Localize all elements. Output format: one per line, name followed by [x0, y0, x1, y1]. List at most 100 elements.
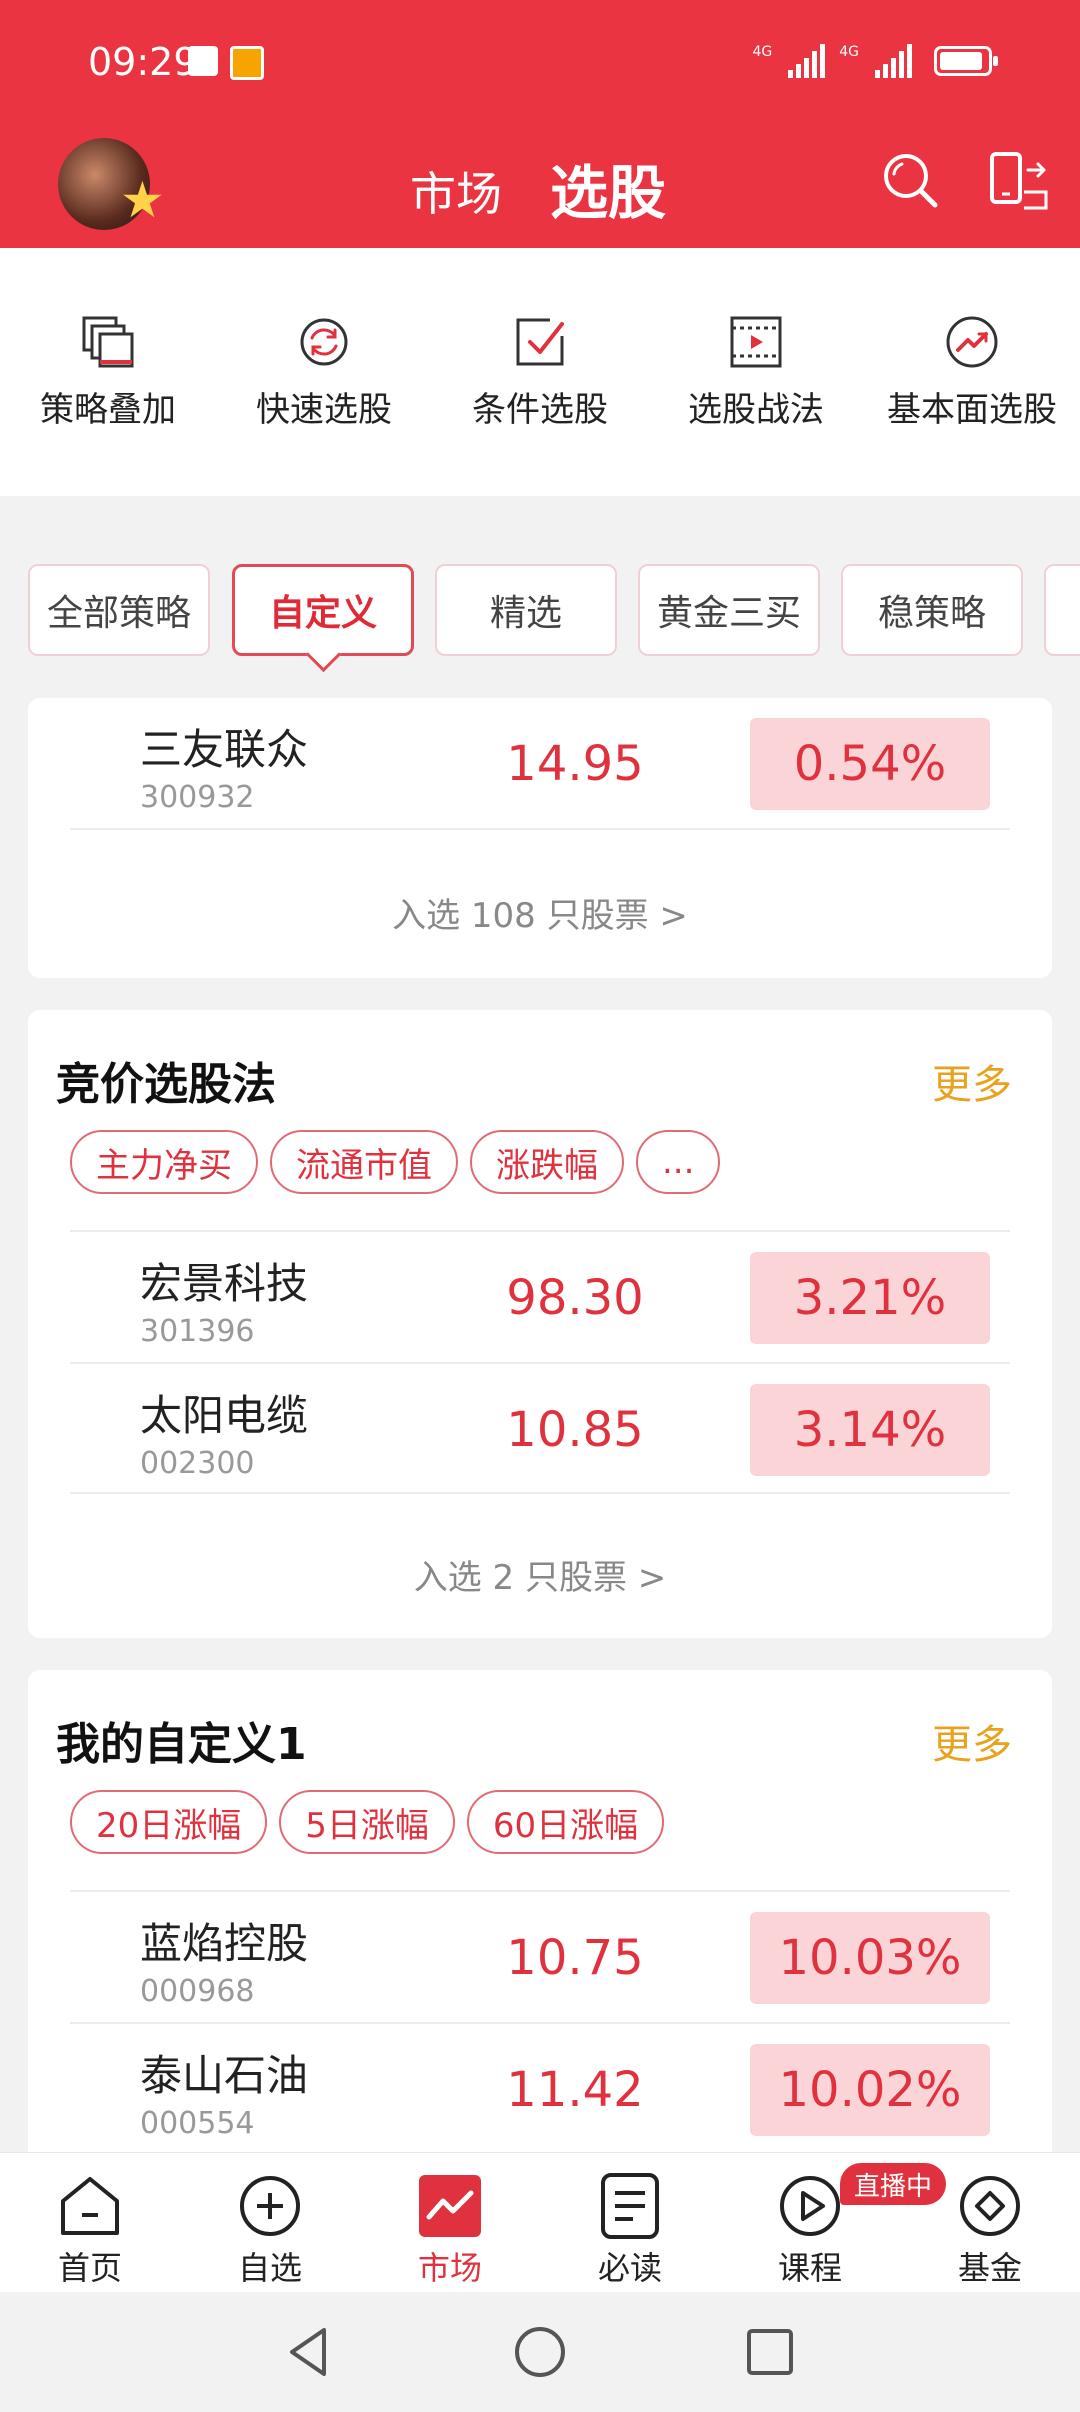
nav-label: 首页: [57, 2249, 122, 2287]
nav-watchlist[interactable]: 自选: [200, 2171, 340, 2289]
tab-stock-picking[interactable]: 选股: [550, 146, 666, 230]
video-icon: [730, 316, 782, 368]
nav-label: 基金: [957, 2249, 1022, 2287]
strategy-card-auction: 竞价选股法 更多 主力净买 流通市值 涨跌幅 ... 宏景科技 301396 9…: [28, 1010, 1052, 1638]
nav-label: 必读: [597, 2249, 662, 2287]
home-icon: [61, 2177, 119, 2235]
selected-count-link[interactable]: 入选 2 只股票 >: [28, 1550, 1052, 1599]
table-row[interactable]: 太阳电缆 002300 10.85 3.14%: [70, 1362, 1010, 1494]
stock-name: 太阳电缆: [140, 1391, 309, 1440]
recents-icon[interactable]: [740, 2322, 800, 2382]
network-type: 4G: [752, 44, 773, 60]
chip-60d-change[interactable]: 60日涨幅: [466, 1790, 665, 1854]
stock-name: 宏景科技: [140, 1259, 309, 1308]
stock-code: 000968: [140, 1974, 255, 2009]
nav-home[interactable]: 首页: [20, 2171, 160, 2289]
home-circle-icon[interactable]: [510, 2322, 570, 2382]
nav-market[interactable]: 市场: [380, 2171, 520, 2289]
tool-label: 基本面选股: [887, 390, 1057, 430]
tool-strategy-overlay[interactable]: 策略叠加: [0, 312, 216, 431]
check-box-icon: [516, 318, 564, 366]
tab-custom[interactable]: 自定义: [232, 564, 414, 656]
stock-price: 98.30: [506, 1270, 644, 1326]
tool-label: 选股战法: [688, 390, 824, 430]
refresh-icon: [300, 318, 348, 366]
layers-icon: [82, 316, 134, 368]
stock-price: 14.95: [506, 736, 644, 792]
tab-more-partial[interactable]: [1044, 564, 1080, 656]
card-title: 我的自定义1: [56, 1719, 307, 1770]
selected-count-link[interactable]: 入选 108 只股票 >: [28, 888, 1052, 937]
trend-circle-icon: [946, 316, 998, 368]
tool-condition-pick[interactable]: 条件选股: [432, 312, 648, 431]
stock-change: 10.03%: [750, 1912, 990, 2004]
nav-label: 课程: [777, 2249, 842, 2287]
table-row[interactable]: 三友联众 300932 14.95 0.54%: [70, 698, 1010, 830]
bottom-nav: 首页 自选 市场 必读 课程 基金 直播中: [0, 2152, 1080, 2292]
chip-main-net-buy[interactable]: 主力净买: [70, 1130, 258, 1194]
stock-code: 300932: [140, 780, 255, 815]
table-row[interactable]: 泰山石油 000554 11.42 10.02%: [70, 2022, 1010, 2154]
tab-golden-three-buy[interactable]: 黄金三买: [638, 564, 820, 656]
stock-price: 11.42: [506, 2062, 644, 2118]
tool-label: 快速选股: [256, 390, 392, 430]
app-notification-icon: [230, 46, 264, 80]
signal-icon-2: [875, 44, 912, 78]
tab-market[interactable]: 市场: [410, 158, 502, 224]
tool-label: 策略叠加: [40, 390, 176, 430]
status-indicators: 4G 4G: [752, 44, 998, 78]
tool-pick-tactics[interactable]: 选股战法: [648, 312, 864, 431]
tool-fundamental-pick[interactable]: 基本面选股: [864, 312, 1080, 431]
app-header: 09:29 4G 4G ★ 市场 选股: [0, 0, 1080, 248]
star-icon: ★: [120, 171, 165, 229]
indicator-chips: 主力净买 流通市值 涨跌幅 ...: [70, 1130, 721, 1194]
stock-change: 3.14%: [750, 1384, 990, 1476]
system-nav-bar: [0, 2292, 1080, 2412]
table-row[interactable]: 宏景科技 301396 98.30 3.21%: [70, 1230, 1010, 1362]
battery-icon: [934, 46, 998, 76]
network-type-2: 4G: [839, 44, 859, 60]
strategy-card-custom-1: 我的自定义1 更多 20日涨幅 5日涨幅 60日涨幅 蓝焰控股 000968 1…: [28, 1670, 1052, 2170]
chip-change[interactable]: 涨跌幅: [470, 1130, 624, 1194]
live-badge: 直播中: [840, 2163, 947, 2205]
stock-change: 3.21%: [750, 1252, 990, 1344]
play-circle-icon: [780, 2176, 840, 2236]
status-bar: 09:29 4G 4G: [0, 0, 1080, 120]
stock-code: 301396: [140, 1314, 255, 1349]
chip-5d-change[interactable]: 5日涨幅: [279, 1790, 455, 1854]
market-chart-icon: [419, 2175, 481, 2237]
card-title: 竞价选股法: [56, 1059, 276, 1110]
stock-change: 10.02%: [750, 2044, 990, 2136]
tool-quick-pick[interactable]: 快速选股: [216, 312, 432, 431]
tool-bar: 策略叠加 快速选股 条件选股 选股战法 基本面选股: [0, 248, 1080, 496]
back-icon[interactable]: [280, 2322, 340, 2382]
tab-featured[interactable]: 精选: [435, 564, 617, 656]
stock-name: 三友联众: [140, 725, 309, 774]
tab-all-strategies[interactable]: 全部策略: [28, 564, 210, 656]
nav-label: 自选: [237, 2249, 302, 2287]
nav-must-read[interactable]: 必读: [560, 2171, 700, 2289]
diamond-circle-icon: [960, 2176, 1020, 2236]
strategy-tabs: 全部策略 自定义 精选 黄金三买 稳策略: [0, 560, 1080, 660]
more-link[interactable]: 更多: [932, 1052, 1012, 1110]
signal-icon: [788, 44, 826, 78]
table-row[interactable]: 蓝焰控股 000968 10.75 10.03%: [70, 1890, 1010, 2022]
stock-price: 10.75: [506, 1930, 644, 1986]
chip-float-market-cap[interactable]: 流通市值: [270, 1130, 458, 1194]
switch-device-icon[interactable]: [988, 150, 1050, 212]
tool-label: 条件选股: [472, 390, 608, 430]
chip-20d-change[interactable]: 20日涨幅: [70, 1790, 268, 1854]
strategy-card-1: 三友联众 300932 14.95 0.54% 入选 108 只股票 >: [28, 698, 1052, 978]
stock-change: 0.54%: [750, 718, 990, 810]
status-time: 09:29: [88, 40, 198, 84]
stock-price: 10.85: [506, 1402, 644, 1458]
more-link[interactable]: 更多: [932, 1712, 1012, 1770]
stock-name: 蓝焰控股: [140, 1919, 309, 1968]
tab-stable-strategy[interactable]: 稳策略: [841, 564, 1023, 656]
document-icon: [601, 2173, 659, 2239]
nav-label: 市场: [417, 2249, 482, 2287]
search-icon[interactable]: [880, 150, 940, 210]
stock-code: 000554: [140, 2106, 255, 2141]
stock-code: 002300: [140, 1446, 255, 1481]
chip-more[interactable]: ...: [636, 1130, 721, 1194]
